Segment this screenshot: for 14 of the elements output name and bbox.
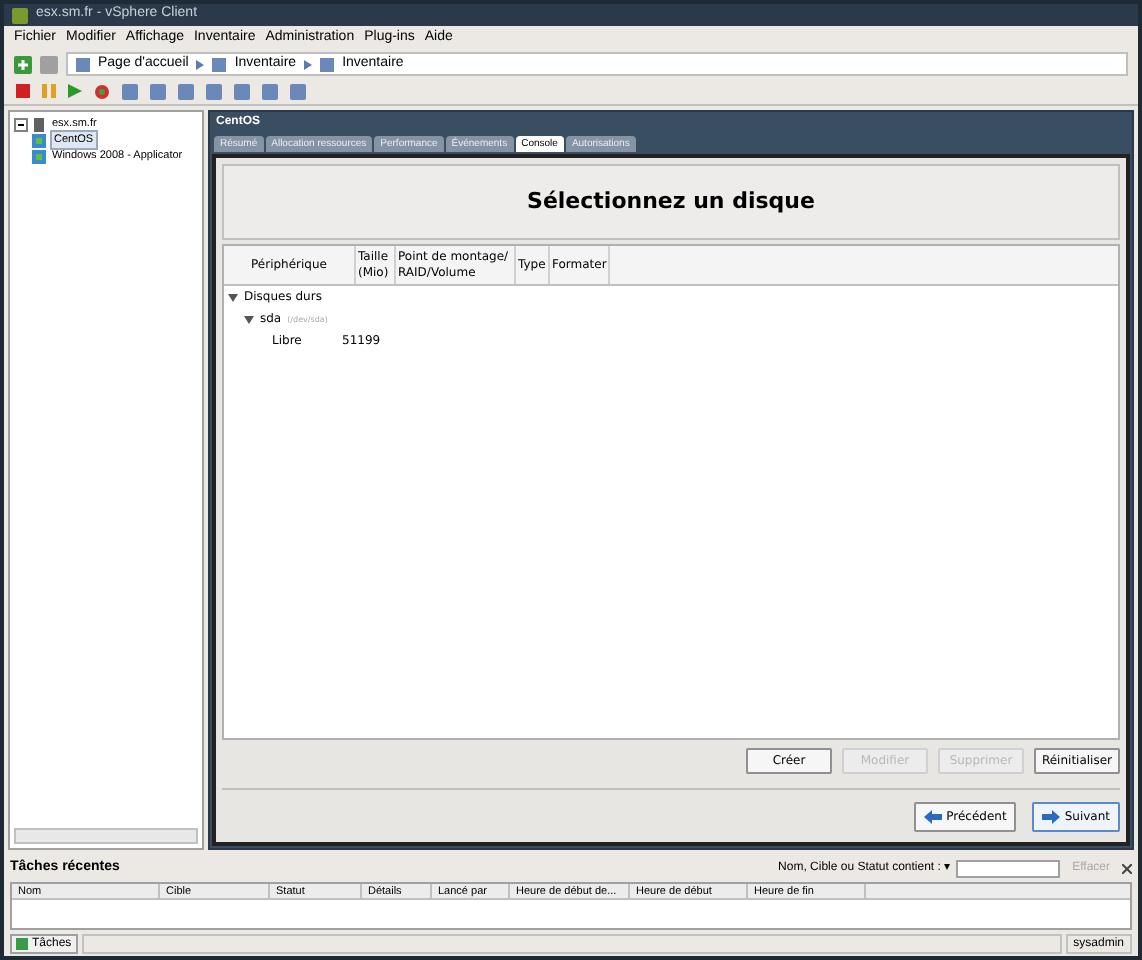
filter-field[interactable]: [956, 859, 1061, 877]
close-icon: [1122, 863, 1132, 873]
play-icon: [68, 84, 82, 98]
pause-icon: [42, 84, 56, 98]
minus-icon: [16, 119, 26, 129]
page-heading: Sélectionnez un disque: [527, 185, 815, 218]
arrow-icon: [196, 59, 205, 69]
expander-toggle[interactable]: [14, 117, 28, 131]
arrow-icon: [304, 59, 313, 69]
app-icon: [12, 7, 28, 23]
back-arrow-icon: [924, 809, 943, 823]
horizontal-scrollbar[interactable]: [14, 828, 198, 844]
stop-icon: [16, 84, 30, 98]
next-arrow-icon: [1042, 809, 1061, 823]
